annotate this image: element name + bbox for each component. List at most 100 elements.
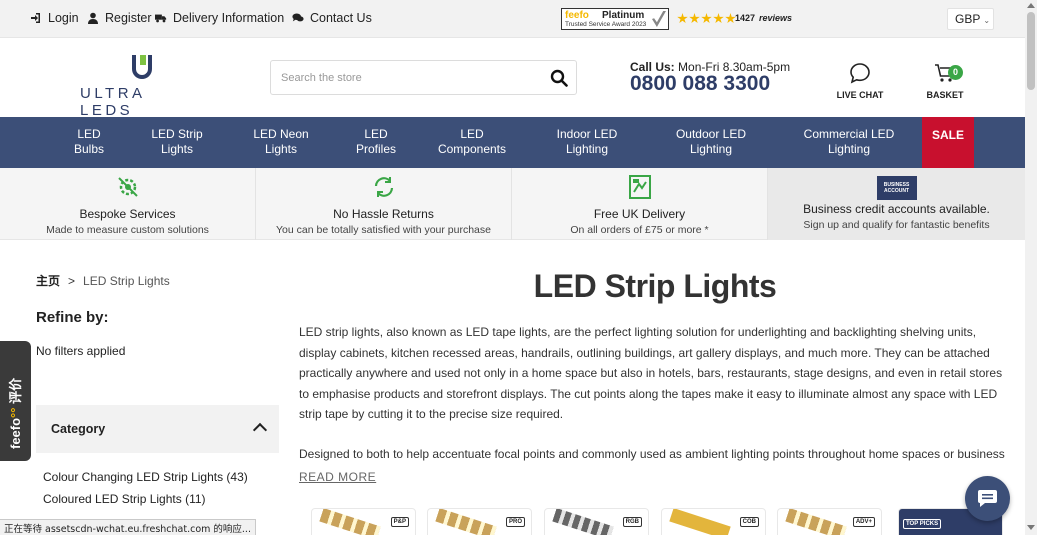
product-tag: ADV+: [852, 517, 875, 527]
category-description-continued: Designed to both to help accentuate foca…: [299, 447, 1005, 461]
login-link[interactable]: Login: [30, 11, 79, 25]
scroll-down-arrow-icon[interactable]: [1027, 525, 1035, 530]
chat-bubbles-icon: [292, 13, 304, 22]
delivery-information-link[interactable]: Delivery Information: [155, 11, 284, 25]
usp-title: Business credit accounts available.: [803, 202, 990, 216]
rating-stars: [677, 13, 736, 24]
category-filter-toggle[interactable]: Category: [36, 405, 279, 453]
basket-label: BASKET: [926, 90, 964, 100]
breadcrumb-separator: >: [68, 274, 76, 288]
star-icon: [689, 13, 700, 24]
search-input[interactable]: [281, 69, 541, 87]
usp-title: Bespoke Services: [79, 207, 176, 221]
usp-title: No Hassle Returns: [333, 207, 434, 221]
basket-count-badge: 0: [948, 65, 963, 80]
star-icon: [701, 13, 712, 24]
register-link[interactable]: Register: [87, 11, 152, 25]
breadcrumb: 主页 > LED Strip Lights: [36, 272, 170, 289]
feefo-badge-platinum: Platinum: [602, 10, 645, 21]
search-icon[interactable]: [550, 69, 568, 87]
star-icon: [677, 13, 688, 24]
usp-subtitle: Sign up and qualify for fantastic benefi…: [803, 219, 990, 231]
product-tag: TOP PICKS: [903, 519, 942, 529]
basket-button[interactable]: 0 BASKET: [924, 62, 966, 100]
nav-item-indoor-led-lighting[interactable]: Indoor LED Lighting: [542, 127, 632, 157]
business-account-icon: BUSINESS ACCOUNT: [876, 176, 917, 200]
feefo-platinum-badge[interactable]: feefo Platinum Trusted Service Award 202…: [561, 8, 669, 30]
live-chat-button[interactable]: LIVE CHAT: [832, 62, 888, 100]
product-tag: COB: [739, 517, 759, 527]
checkmark-icon: [652, 11, 666, 27]
nav-item-outdoor-led-lighting[interactable]: Outdoor LED Lighting: [666, 127, 756, 157]
read-more-link[interactable]: READ MORE: [299, 470, 376, 484]
register-label: Register: [105, 11, 152, 25]
product-card[interactable]: ADV+: [777, 508, 882, 535]
led-strip-image: [319, 509, 381, 535]
logo-mark: [132, 55, 152, 79]
product-card[interactable]: COB: [661, 508, 766, 535]
nav-item-led-strip-lights[interactable]: LED Strip Lights: [132, 127, 222, 157]
login-label: Login: [48, 11, 79, 25]
category-item-coloured[interactable]: Coloured LED Strip Lights (11): [43, 492, 206, 506]
gear-icon: [117, 177, 138, 197]
chevron-up-icon: [252, 422, 268, 438]
speech-bubble-icon: [850, 63, 870, 84]
nav-item-led-components[interactable]: LED Components: [427, 127, 517, 157]
product-tag: PRO: [505, 517, 525, 527]
product-card[interactable]: PRO: [427, 508, 532, 535]
feefo-badge-brand: feefo: [565, 10, 589, 21]
category-item-colour-changing[interactable]: Colour Changing LED Strip Lights (43): [43, 470, 248, 484]
nav-item-commercial-led-lighting[interactable]: Commercial LED Lighting: [794, 127, 904, 157]
delivery-label: Delivery Information: [173, 11, 285, 25]
main-navigation: LED Bulbs LED Strip Lights LED Neon Lights …: [0, 117, 1025, 168]
product-card[interactable]: P&P: [311, 508, 416, 535]
usp-subtitle: Made to measure custom solutions: [46, 224, 209, 236]
product-tag: RGB: [622, 517, 642, 527]
usp-free-uk-delivery[interactable]: Free UK Delivery On all orders of £75 or…: [512, 168, 768, 240]
usp-subtitle: You can be totally satisfied with your p…: [276, 224, 491, 236]
freshchat-button[interactable]: [965, 476, 1010, 521]
feefo-badge-award: Trusted Service Award 2023: [565, 21, 647, 28]
top-bar: Login Register Delivery Information Cont…: [0, 0, 1025, 38]
contact-us-link[interactable]: Contact Us: [292, 11, 372, 25]
breadcrumb-home[interactable]: 主页: [36, 274, 60, 288]
breadcrumb-current: LED Strip Lights: [83, 274, 170, 288]
usp-business-credit[interactable]: BUSINESS ACCOUNT Business credit account…: [768, 168, 1025, 240]
page-scrollbar[interactable]: [1025, 0, 1037, 535]
nav-item-led-bulbs[interactable]: LED Bulbs: [44, 127, 134, 157]
nav-item-led-profiles[interactable]: LED Profiles: [331, 127, 421, 157]
currency-value: GBP: [955, 12, 981, 26]
site-logo[interactable]: ULTRA LEDS: [80, 55, 204, 119]
login-icon: [31, 13, 40, 23]
scrollbar-thumb[interactable]: [1027, 12, 1035, 90]
usp-no-hassle-returns[interactable]: No Hassle Returns You can be totally sat…: [256, 168, 512, 240]
scroll-up-arrow-icon[interactable]: [1027, 3, 1035, 8]
search-bar: [270, 60, 577, 95]
currency-selector[interactable]: GBP ⌄: [947, 8, 994, 30]
chevron-down-icon: ⌄: [983, 16, 991, 25]
live-chat-label: LIVE CHAT: [836, 90, 884, 100]
truck-icon: [155, 14, 167, 23]
led-strip-image: [785, 509, 847, 535]
usp-bar: Bespoke Services Made to measure custom …: [0, 168, 1025, 240]
nav-item-sale[interactable]: SALE: [922, 117, 974, 168]
phone-number[interactable]: 0800 088 3300: [630, 72, 770, 96]
product-tag: P&P: [390, 517, 409, 527]
feefo-reviews-tab[interactable]: feefo°° 评价: [0, 341, 31, 461]
review-count[interactable]: 1427 reviews: [735, 13, 792, 23]
led-strip-image: [669, 509, 731, 535]
category-filter-title: Category: [51, 422, 106, 436]
feefo-tab-label: feefo°° 评价: [8, 377, 23, 449]
star-icon: [713, 13, 724, 24]
category-description: LED strip lights, also known as LED tape…: [299, 325, 1003, 421]
usp-bespoke-services[interactable]: Bespoke Services Made to measure custom …: [0, 168, 256, 240]
no-filters-text: No filters applied: [36, 344, 126, 358]
refine-heading: Refine by:: [36, 309, 109, 326]
refresh-icon: [374, 177, 393, 197]
usp-subtitle: On all orders of £75 or more *: [570, 224, 709, 236]
led-strip-image: [552, 509, 614, 535]
led-strip-image: [435, 509, 497, 535]
product-card[interactable]: RGB: [544, 508, 649, 535]
usp-title: Free UK Delivery: [593, 207, 686, 221]
nav-item-led-neon-lights[interactable]: LED Neon Lights: [236, 127, 326, 157]
